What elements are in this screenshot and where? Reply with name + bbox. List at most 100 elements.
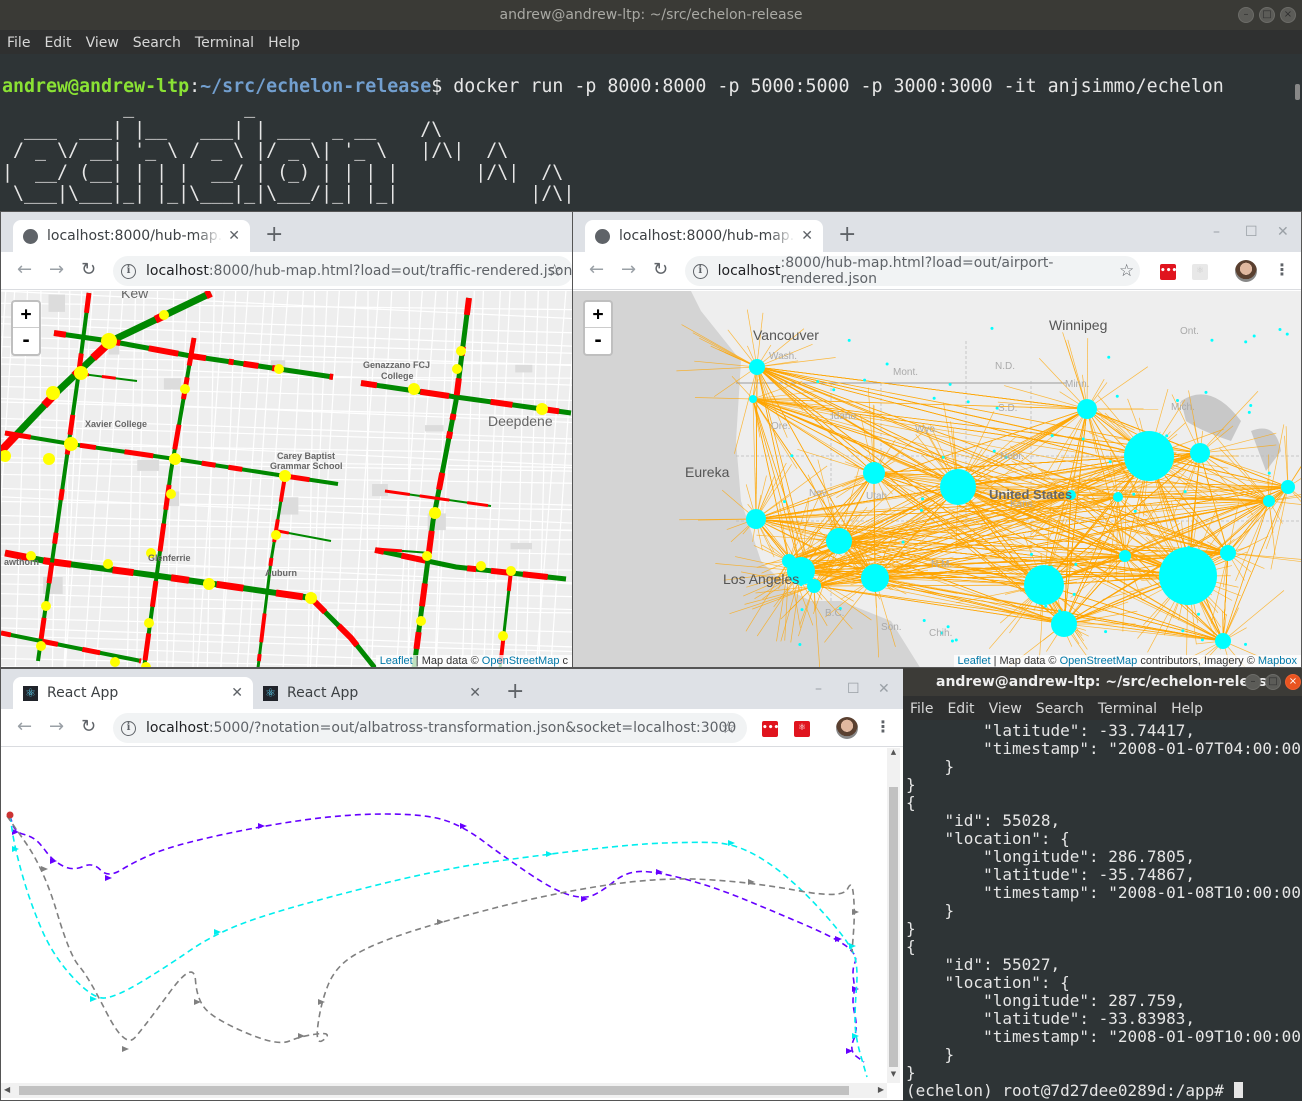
forward-button[interactable]: → — [621, 260, 636, 280]
forward-button[interactable]: → — [49, 260, 64, 280]
menu-file[interactable]: File — [0, 30, 37, 54]
traffic-map[interactable]: Kew Genazzano FCJ College Deepdene Xavie… — [1, 291, 572, 667]
map-label-eureka: Eureka — [685, 464, 730, 480]
bookmark-star-icon[interactable]: ☆ — [721, 719, 736, 737]
maximize-button[interactable]: ☐ — [1245, 224, 1258, 240]
profile-avatar[interactable] — [836, 717, 858, 739]
horizontal-scroll-thumb[interactable] — [19, 1086, 849, 1095]
map-label-wyo: Wyo. — [915, 424, 938, 435]
tab-react-app-2[interactable]: ⚛ React App ✕ — [253, 677, 491, 709]
traffic-node — [144, 618, 154, 628]
address-bar[interactable]: i localhost:8000/hub-map.html?load=out/a… — [685, 255, 1140, 287]
albatross-track-b — [9, 815, 868, 1078]
close-tab-icon[interactable]: ✕ — [231, 685, 243, 701]
lastpass-extension-icon[interactable]: ••• — [762, 721, 779, 737]
close-tab-icon[interactable]: ✕ — [801, 228, 813, 244]
menu-kebab-icon[interactable]: ⋮ — [1274, 261, 1290, 279]
zoom-in-button[interactable]: + — [13, 302, 39, 328]
menu-edit[interactable]: Edit — [940, 696, 981, 720]
traffic-node — [452, 364, 462, 374]
address-bar[interactable]: i localhost:5000/?notation=out/albatross… — [113, 713, 747, 743]
map-label-glenferrie: Glenferrie — [148, 553, 191, 563]
new-tab-button[interactable]: + — [265, 224, 283, 246]
airport — [954, 638, 958, 642]
top-terminal-output[interactable]: andrew@andrew-ltp:~/src/echelon-release$… — [0, 54, 1302, 212]
airport-hub — [746, 509, 766, 529]
profile-avatar[interactable] — [1235, 260, 1257, 282]
map-label-genazzano: Genazzano FCJ — [363, 360, 431, 370]
maximize-button[interactable]: ☐ — [847, 681, 860, 697]
menu-search[interactable]: Search — [126, 30, 188, 54]
close-button[interactable]: × — [1280, 7, 1296, 23]
close-window-button[interactable]: ✕ — [878, 681, 890, 697]
back-button[interactable]: ← — [17, 717, 32, 737]
back-button[interactable]: ← — [589, 260, 604, 280]
globe-icon — [23, 228, 38, 244]
mapbox-link[interactable]: Mapbox — [1258, 655, 1297, 667]
menu-terminal[interactable]: Terminal — [1091, 696, 1164, 720]
address-bar[interactable]: i localhost:8000/hub-map.html?load=out/t… — [113, 256, 572, 286]
zoom-in-button[interactable]: + — [585, 302, 611, 328]
close-tab-icon[interactable]: ✕ — [228, 228, 240, 244]
back-button[interactable]: ← — [17, 260, 32, 280]
minimize-button[interactable]: – — [1245, 674, 1261, 690]
traffic-node — [1, 450, 11, 462]
zoom-out-button[interactable]: - — [13, 328, 39, 354]
horizontal-scrollbar[interactable]: ◀ ▶ — [1, 1083, 887, 1098]
menu-edit[interactable]: Edit — [37, 30, 78, 54]
tab-traffic-map[interactable]: localhost:8000/hub-map.html?load=out/tra… — [13, 220, 250, 252]
react-devtools-extension-icon[interactable]: ⚛ — [1192, 264, 1208, 280]
zoom-out-button[interactable]: - — [585, 328, 611, 354]
menu-terminal[interactable]: Terminal — [188, 30, 261, 54]
airport — [1181, 629, 1185, 633]
menu-file[interactable]: File — [903, 696, 940, 720]
street — [1, 385, 572, 402]
scroll-right-arrow[interactable]: ▶ — [878, 1085, 884, 1094]
osm-link[interactable]: OpenStreetMap — [1060, 655, 1138, 667]
menu-help[interactable]: Help — [1164, 696, 1210, 720]
menu-search[interactable]: Search — [1029, 696, 1091, 720]
maximize-button[interactable]: □ — [1259, 7, 1275, 23]
vertical-scroll-thumb[interactable] — [889, 787, 898, 1067]
minimize-button[interactable]: – — [1238, 7, 1254, 23]
json-terminal-output[interactable]: "latitude": -33.74417, "timestamp": "200… — [903, 722, 1302, 1101]
new-tab-button[interactable]: + — [506, 681, 524, 703]
leaflet-link[interactable]: Leaflet — [380, 655, 413, 667]
scroll-up-arrow[interactable]: ▲ — [887, 748, 900, 761]
trajectory-canvas[interactable] — [1, 748, 887, 1083]
close-tab-icon[interactable]: ✕ — [469, 685, 481, 701]
menu-help[interactable]: Help — [261, 30, 307, 54]
reload-button[interactable]: ↻ — [81, 260, 96, 280]
map-label-los-angeles: Los Angeles — [723, 571, 800, 587]
forward-button[interactable]: → — [49, 717, 64, 737]
leaflet-link[interactable]: Leaflet — [958, 655, 991, 667]
close-window-button[interactable]: ✕ — [1277, 224, 1289, 240]
terminal-line: { — [906, 793, 916, 812]
react-devtools-extension-icon[interactable]: ⚛ — [794, 721, 810, 737]
lastpass-extension-icon[interactable]: ••• — [1160, 264, 1177, 280]
reload-button[interactable]: ↻ — [81, 717, 96, 737]
tab-airport-map[interactable]: localhost:8000/hub-map.html?load=out/air… — [585, 220, 823, 252]
scroll-left-arrow[interactable]: ◀ — [4, 1085, 10, 1094]
close-button[interactable]: × — [1285, 674, 1301, 690]
maximize-button[interactable]: □ — [1265, 674, 1281, 690]
street — [483, 291, 501, 667]
osm-link[interactable]: OpenStreetMap — [482, 655, 560, 667]
terminal-scrollbar[interactable] — [1295, 84, 1300, 100]
menu-kebab-icon[interactable]: ⋮ — [875, 718, 891, 736]
scroll-down-arrow[interactable]: ▼ — [887, 1070, 900, 1083]
menu-view[interactable]: View — [79, 30, 126, 54]
minimize-button[interactable]: – — [815, 681, 822, 697]
vertical-scrollbar[interactable]: ▲ ▼ — [887, 748, 900, 1083]
tab-react-app-1[interactable]: ⚛ React App ✕ — [13, 677, 253, 709]
menu-view[interactable]: View — [982, 696, 1029, 720]
minimize-button[interactable]: – — [1213, 224, 1220, 240]
attrib-text: | Map data © — [412, 655, 482, 667]
airport-map[interactable]: Vancouver Winnipeg Ont. Wash. Mont. N.D.… — [573, 291, 1301, 667]
reload-button[interactable]: ↻ — [653, 260, 668, 280]
airport — [992, 449, 996, 453]
bookmark-star-icon[interactable]: ☆ — [547, 262, 562, 280]
bookmark-star-icon[interactable]: ☆ — [1119, 262, 1134, 280]
new-tab-button[interactable]: + — [838, 224, 856, 246]
window-title: andrew@andrew-ltp: ~/src/echelon-release — [499, 7, 803, 23]
